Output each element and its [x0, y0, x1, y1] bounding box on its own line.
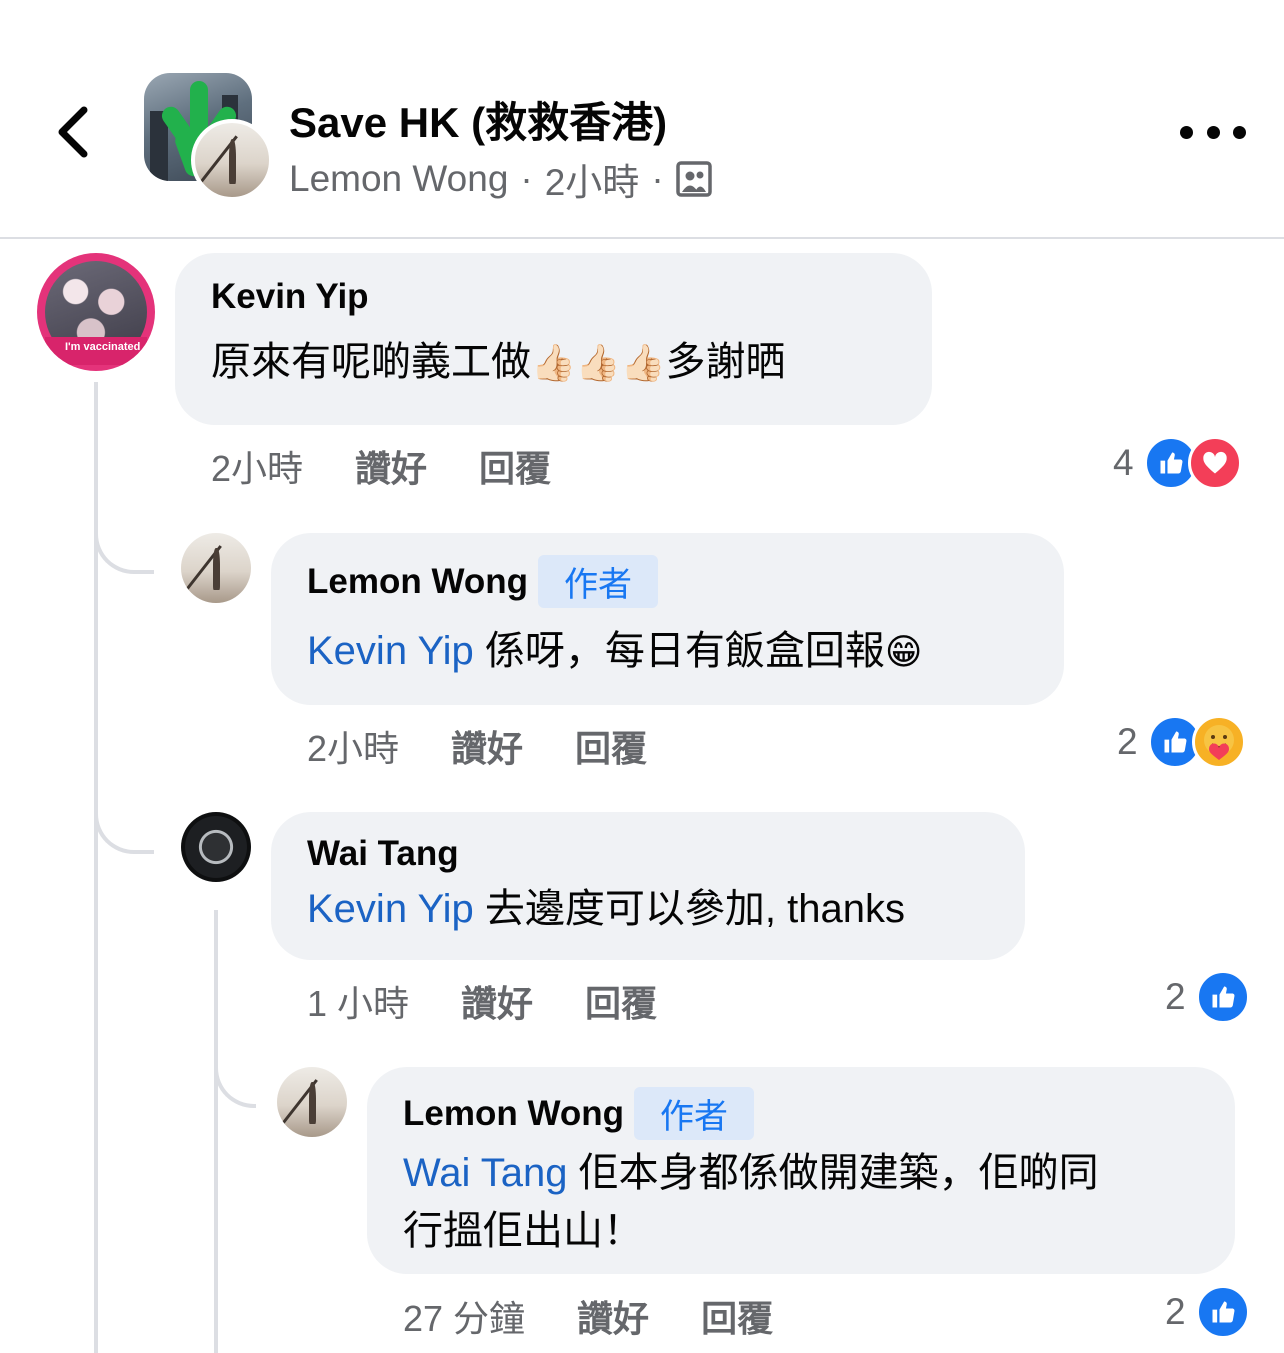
commenter-avatar[interactable]	[181, 533, 251, 603]
thumbs-up-emoji-icon: 👍🏻👍🏻👍🏻	[531, 342, 666, 383]
comment-text: Kevin Yip 去邊度可以參加, thanks	[307, 887, 905, 931]
commenter-name[interactable]: Wai Tang	[307, 834, 989, 874]
commenter-avatar[interactable]	[277, 1067, 347, 1137]
commenter-avatar[interactable]	[181, 812, 251, 882]
mention-link[interactable]: Kevin Yip	[307, 887, 474, 931]
reaction-summary[interactable]: 2	[1165, 1285, 1250, 1339]
comment-bubble[interactable]: Lemon Wong 作者 Wai Tang 佢本身都係做開建築，佢啲同 行搵佢…	[367, 1067, 1235, 1274]
commenter-name[interactable]: Kevin Yip	[211, 277, 896, 317]
reply-button[interactable]: 回覆	[479, 440, 551, 492]
group-name[interactable]: Save HK (救救香港)	[289, 89, 667, 150]
comment-text: Kevin Yip 係呀，每日有飯盒回報😁	[307, 622, 1028, 681]
comment-actions: 1 小時 讚好 回覆	[307, 975, 709, 1027]
comment-actions: 27 分鐘 讚好 回覆	[403, 1290, 825, 1342]
reaction-count: 2	[1165, 976, 1186, 1017]
thread-connector	[214, 1050, 256, 1108]
reply-button[interactable]: 回覆	[701, 1290, 773, 1342]
commenter-name[interactable]: Lemon Wong	[403, 1094, 624, 1134]
separator: ·	[651, 158, 664, 199]
reply-button[interactable]: 回覆	[575, 720, 647, 772]
more-options-icon	[1180, 125, 1193, 139]
reaction-count: 2	[1165, 1291, 1186, 1332]
author-badge: 作者	[634, 1087, 754, 1140]
mention-link[interactable]: Wai Tang	[403, 1151, 568, 1195]
comment-time[interactable]: 1 小時	[307, 975, 409, 1027]
separator: ·	[520, 158, 533, 199]
like-button[interactable]: 讚好	[577, 1290, 649, 1342]
reaction-count: 4	[1113, 442, 1134, 483]
love-reaction-icon	[1187, 436, 1242, 490]
more-options-button[interactable]	[1180, 110, 1246, 154]
comment-time[interactable]: 2小時	[307, 720, 399, 772]
comment-bubble[interactable]: Lemon Wong 作者 Kevin Yip 係呀，每日有飯盒回報😁	[271, 533, 1064, 705]
vaccinated-ribbon: I'm vaccinated	[45, 337, 147, 365]
post-header: Save HK (救救香港) Lemon Wong · 2小時 ·	[0, 0, 1284, 239]
comment-text: Wai Tang 佢本身都係做開建築，佢啲同 行搵佢出山！	[403, 1151, 1099, 1253]
author-name[interactable]: Lemon Wong	[289, 158, 508, 200]
like-reaction-icon	[1195, 970, 1250, 1024]
comment-actions: 2小時 讚好 回覆	[211, 440, 603, 492]
comment-text: 原來有呢啲義工做👍🏻👍🏻👍🏻多謝晒	[211, 333, 896, 392]
comment-bubble[interactable]: Kevin Yip 原來有呢啲義工做👍🏻👍🏻👍🏻多謝晒	[175, 253, 932, 425]
comment-actions: 2小時 讚好 回覆	[307, 720, 699, 772]
reaction-summary[interactable]: 4	[1113, 436, 1242, 490]
post-time[interactable]: 2小時	[545, 152, 640, 206]
grinning-emoji-icon: 😁	[884, 631, 923, 672]
group-audience-icon	[675, 161, 712, 197]
reaction-summary[interactable]: 2	[1165, 970, 1250, 1024]
like-button[interactable]: 讚好	[355, 440, 427, 492]
thread-connector	[94, 796, 154, 854]
reaction-summary[interactable]: 2	[1117, 715, 1246, 769]
like-button[interactable]: 讚好	[451, 720, 523, 772]
thread-connector	[94, 516, 154, 574]
comment-time[interactable]: 2小時	[211, 440, 303, 492]
commenter-avatar[interactable]: I'm vaccinated	[37, 253, 155, 371]
poster-avatar[interactable]	[191, 119, 273, 201]
post-meta: Lemon Wong · 2小時 ·	[289, 152, 712, 206]
reply-button[interactable]: 回覆	[585, 975, 657, 1027]
like-reaction-icon	[1195, 1285, 1250, 1339]
back-button[interactable]	[48, 100, 98, 164]
thread-line	[214, 910, 218, 1353]
chevron-left-icon	[58, 106, 88, 158]
comment-time[interactable]: 27 分鐘	[403, 1290, 525, 1342]
comment-bubble[interactable]: Wai Tang Kevin Yip 去邊度可以參加, thanks	[271, 812, 1025, 960]
commenter-name[interactable]: Lemon Wong	[307, 562, 528, 602]
reaction-count: 2	[1117, 721, 1138, 762]
care-reaction-icon	[1191, 715, 1246, 769]
like-button[interactable]: 讚好	[461, 975, 533, 1027]
mention-link[interactable]: Kevin Yip	[307, 629, 474, 673]
author-badge: 作者	[538, 555, 658, 608]
